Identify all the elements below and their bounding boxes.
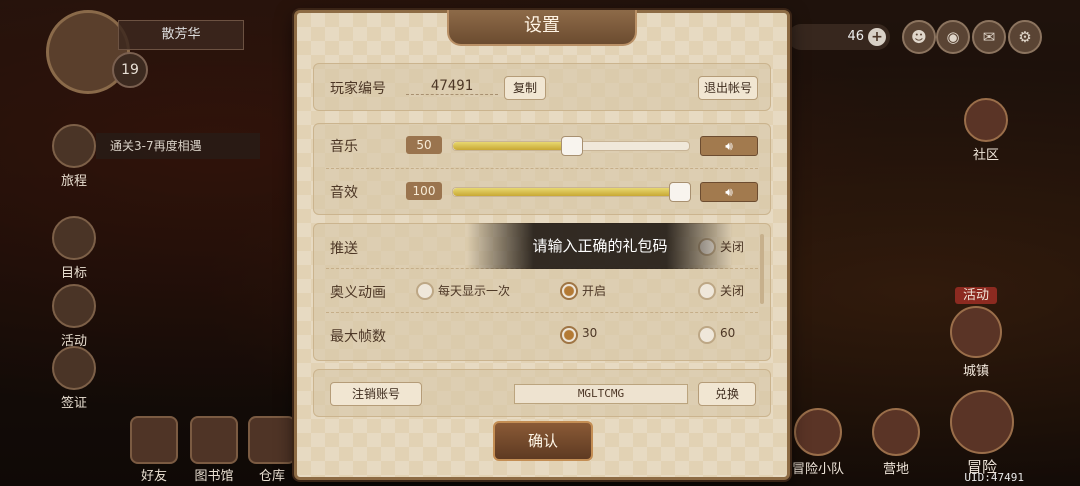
cancel-account-button[interactable]: 注销账号 [330, 382, 422, 406]
character-icon [52, 284, 96, 328]
quest-tracker[interactable]: 通关3-7再度相遇 [96, 133, 260, 159]
friends-icon [130, 416, 178, 464]
adventure-button[interactable]: 冒险 [950, 390, 1014, 477]
music-mute-button[interactable]: 🔊︎ [700, 136, 758, 156]
visa-button[interactable]: 签证 [50, 346, 98, 411]
chat-bird-icon [964, 98, 1008, 142]
town-button[interactable]: 城镇 [944, 306, 1008, 379]
audio-section: 音乐 50 🔊︎ 音效 100 🔊︎ [313, 123, 771, 215]
anim-label: 奥义动画 [330, 285, 386, 301]
sfx-label: 音效 [330, 185, 358, 201]
journey-button[interactable]: 旅程 [50, 124, 98, 189]
speaker-icon: 🔊︎ [725, 185, 733, 199]
warehouse-button[interactable]: 仓库 [244, 416, 300, 484]
anim-off-radio[interactable] [698, 282, 716, 300]
music-value: 50 [406, 136, 442, 154]
camp-icon [872, 408, 920, 456]
stamp-icon [52, 346, 96, 390]
music-label: 音乐 [330, 139, 358, 155]
settings-dialog: 设置 玩家编号 47491 复制 退出帐号 音乐 50 🔊︎ 音效 100 🔊︎… [294, 10, 790, 480]
sfx-slider[interactable] [452, 182, 691, 202]
community-button[interactable]: 社区 [954, 98, 1018, 163]
player-name: 散芳华 [118, 20, 244, 50]
anim-off-label: 关闭 [720, 284, 745, 298]
fps-30-label: 30 [582, 326, 598, 340]
player-level-badge: 19 [112, 52, 148, 88]
confirm-button[interactable]: 确认 [493, 421, 593, 461]
divider [326, 312, 758, 313]
player-id-label: 玩家编号 [330, 81, 386, 97]
fps-30-radio[interactable] [560, 326, 578, 344]
anim-once-radio[interactable] [416, 282, 434, 300]
sound-wave-icon[interactable]: ◉ [936, 20, 970, 54]
event-banner[interactable]: 活动 [944, 284, 1008, 304]
adventure-team-button[interactable]: 冒险小队 [786, 408, 850, 477]
add-currency-icon[interactable]: + [868, 28, 886, 46]
friends-button[interactable]: 好友 [126, 416, 182, 484]
uid-label: UID:47491 [964, 471, 1024, 484]
anim-on-label: 开启 [582, 284, 607, 298]
fps-60-label: 60 [720, 326, 736, 340]
mail-icon[interactable]: ✉ [972, 20, 1006, 54]
gear-icon[interactable]: ⚙ [1008, 20, 1042, 54]
fps-60-radio[interactable] [698, 326, 716, 344]
anim-on-radio[interactable] [560, 282, 578, 300]
copy-button[interactable]: 复制 [504, 76, 546, 100]
scroll-icon [52, 124, 96, 168]
currency-display: 46 + [788, 24, 890, 50]
gift-section: 注销账号 MGLTCMG 兑换 [313, 369, 771, 417]
fps-label: 最大帧数 [330, 329, 386, 345]
music-slider-handle[interactable] [561, 136, 583, 156]
gift-code-input[interactable]: MGLTCMG [514, 384, 688, 404]
sfx-value: 100 [406, 182, 442, 200]
account-section: 玩家编号 47491 复制 退出帐号 [313, 63, 771, 111]
music-slider[interactable] [452, 136, 690, 156]
speaker-icon: 🔊︎ [725, 139, 733, 153]
team-icon [794, 408, 842, 456]
divider [326, 168, 758, 169]
dialog-title: 设置 [447, 10, 637, 46]
chest-icon [248, 416, 296, 464]
sfx-mute-button[interactable]: 🔊︎ [700, 182, 758, 202]
sfx-fill [453, 188, 689, 196]
player-id-value: 47491 [406, 78, 498, 95]
library-button[interactable]: 图书馆 [186, 416, 242, 484]
camp-button[interactable]: 营地 [864, 408, 928, 477]
goals-button[interactable]: 目标 [50, 216, 98, 281]
redeem-button[interactable]: 兑换 [698, 382, 756, 406]
events-button[interactable]: 活动 [50, 284, 98, 349]
music-fill [453, 142, 571, 150]
toast-message: 请输入正确的礼包码 [467, 223, 733, 269]
logout-button[interactable]: 退出帐号 [698, 76, 758, 100]
sfx-slider-handle[interactable] [669, 182, 691, 202]
options-scrollbar[interactable] [760, 234, 764, 304]
book-icon [190, 416, 238, 464]
push-label: 推送 [330, 241, 358, 257]
hero-icon [950, 390, 1014, 454]
mask-icon[interactable]: ☻ [902, 20, 936, 54]
anim-once-label: 每天显示一次 [438, 284, 511, 298]
target-icon [52, 216, 96, 260]
town-icon [950, 306, 1002, 358]
